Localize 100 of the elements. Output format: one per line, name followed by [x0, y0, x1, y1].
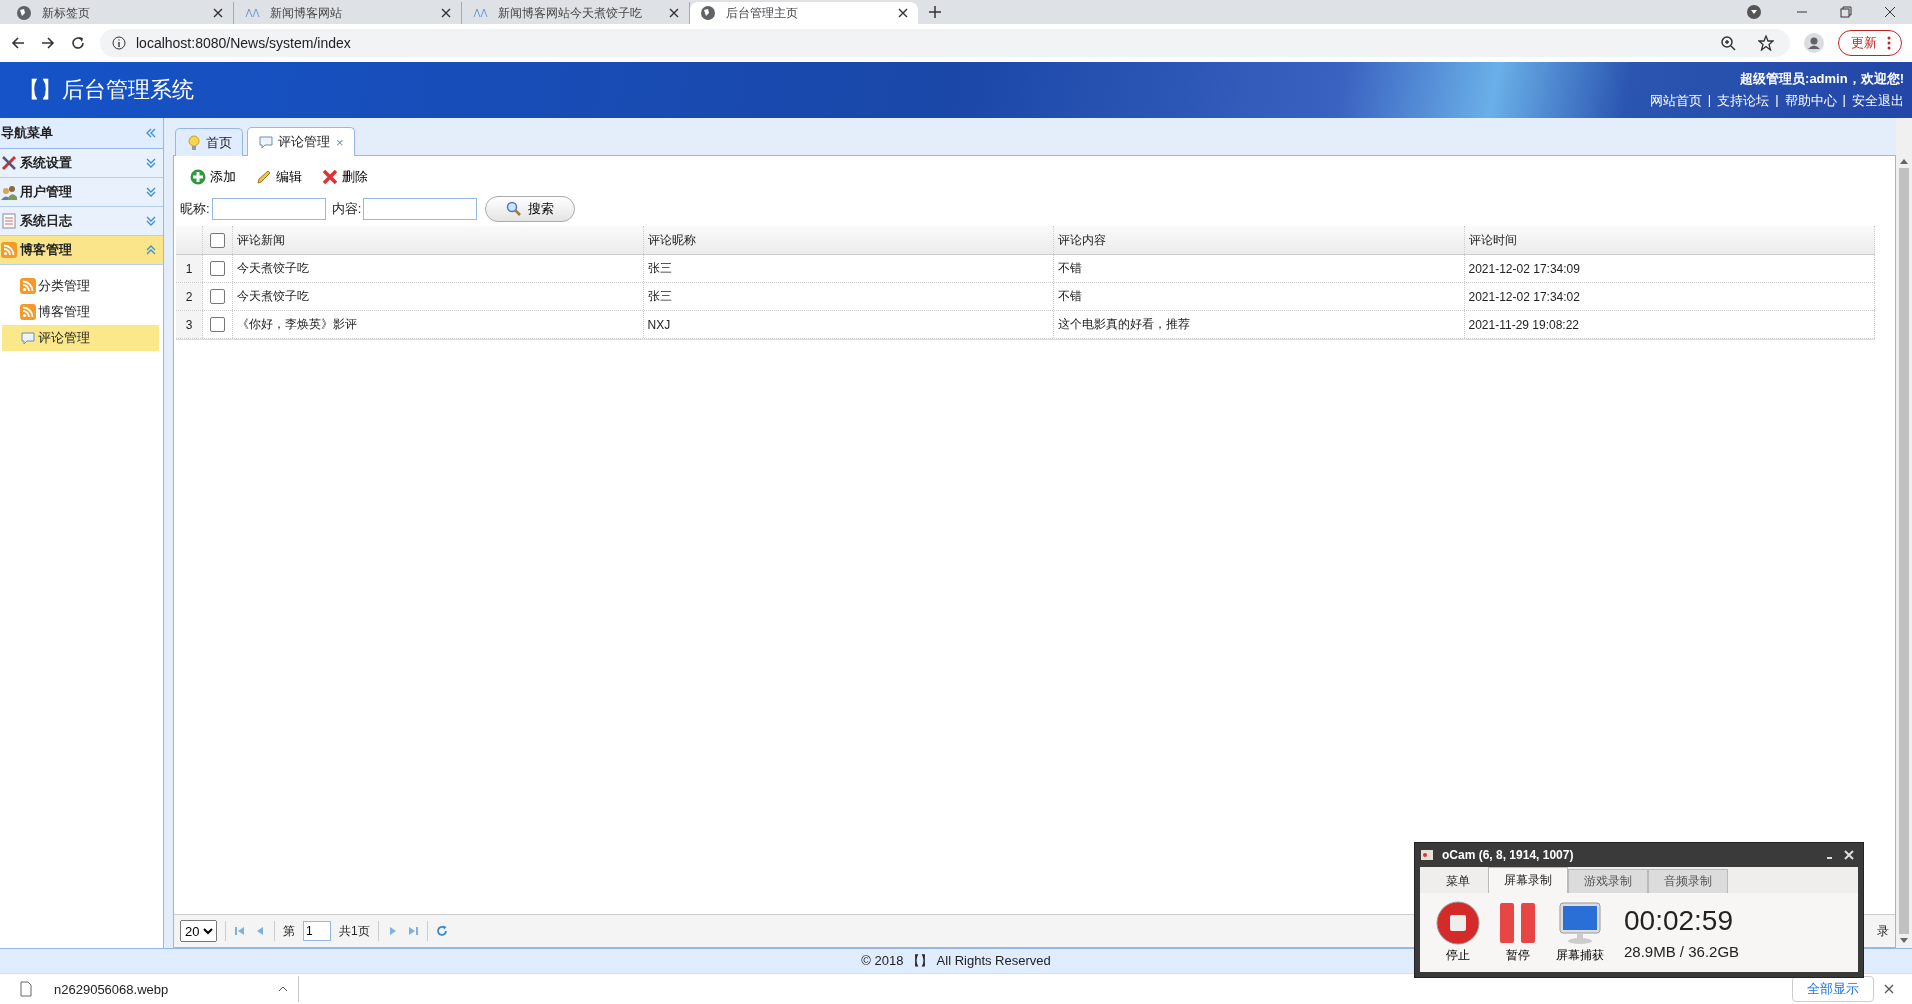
scroll-up-icon[interactable]	[1900, 158, 1908, 164]
new-tab-icon[interactable]	[928, 5, 942, 19]
menu-group[interactable]: 系统设置	[0, 149, 163, 178]
table-cell: 这个电影真的好看，推荐	[1054, 311, 1465, 338]
rss-icon	[1, 242, 17, 258]
rss-icon	[20, 278, 36, 294]
update-button[interactable]: 更新	[1838, 30, 1902, 56]
menu-group-label: 系统日志	[20, 212, 73, 230]
input-field[interactable]	[211, 198, 326, 220]
table-cell: NXJ	[643, 311, 1054, 338]
checkbox[interactable]	[210, 289, 225, 304]
globe-icon	[700, 5, 716, 21]
menu-item[interactable]: 博客管理	[2, 299, 159, 325]
page-tab[interactable]: 首页	[175, 128, 243, 156]
toolbar-button[interactable]: 添加	[184, 164, 242, 190]
header-link[interactable]: 安全退出	[1852, 92, 1904, 110]
menu-item[interactable]: 评论管理	[2, 325, 159, 351]
menu-group-label: 用户管理	[20, 183, 73, 201]
row-number: 1	[176, 255, 203, 282]
tab-label: 评论管理	[278, 133, 330, 151]
table-cell: 2021-11-29 19:08:22	[1464, 311, 1875, 338]
page-total: 共1页	[339, 922, 370, 940]
back-icon[interactable]	[10, 35, 26, 51]
scrollbar[interactable]	[1896, 118, 1912, 948]
collapse-icon	[145, 244, 157, 256]
checkbox[interactable]	[210, 261, 225, 276]
caret-icon[interactable]	[278, 984, 289, 994]
page-input[interactable]: 1	[303, 921, 331, 941]
column-header[interactable]: 评论内容	[1054, 226, 1465, 254]
close-icon[interactable]	[1884, 984, 1894, 994]
recorder-tab[interactable]: 音频录制	[1648, 869, 1728, 893]
row-number: 2	[176, 283, 203, 310]
toolbar-button[interactable]: 删除	[316, 164, 374, 190]
page-label: 第	[283, 922, 295, 940]
zoom-icon[interactable]	[1720, 35, 1736, 51]
table-cell: 2021-12-02 17:34:02	[1464, 283, 1875, 310]
show-all-button[interactable]: 全部显示	[1792, 976, 1874, 1002]
star-icon[interactable]	[1758, 35, 1774, 51]
file-size: 28.9MB / 36.2GB	[1624, 943, 1740, 960]
recorder-button[interactable]: 屏幕捕获	[1556, 901, 1604, 964]
dropdown-icon[interactable]	[1746, 4, 1762, 20]
restore-icon[interactable]	[1840, 6, 1852, 18]
expand-icon	[145, 215, 157, 227]
page-size-select[interactable]: 20	[180, 920, 217, 942]
system-title: 【】后台管理系统	[18, 76, 194, 104]
copyright-text: © 2018 【】 All Rights Reserved	[861, 952, 1051, 970]
reload-icon[interactable]	[70, 35, 86, 51]
tab-close[interactable]: ×	[336, 134, 344, 150]
tab-title: 新标签页	[42, 4, 91, 22]
elapsed-time: 00:02:59	[1624, 905, 1734, 937]
collapse-icon[interactable]	[145, 127, 157, 139]
sidebar-title: 导航菜单	[1, 124, 53, 142]
column-header[interactable]: 评论时间	[1464, 226, 1875, 254]
menu-group[interactable]: 用户管理	[0, 178, 163, 207]
expand-icon	[145, 186, 157, 198]
forward-icon[interactable]	[40, 35, 56, 51]
tab-title: 后台管理主页	[726, 4, 799, 22]
refresh-icon[interactable]	[435, 925, 448, 937]
recorder-tab[interactable]: 屏幕录制	[1488, 867, 1568, 893]
column-header[interactable]: 评论新闻	[233, 226, 644, 254]
header-link[interactable]: 支持论坛	[1717, 92, 1770, 110]
checkbox[interactable]	[210, 232, 225, 248]
recorder-tab[interactable]: 菜单	[1428, 869, 1488, 893]
globe-icon	[16, 5, 32, 21]
app-icon	[1420, 848, 1434, 862]
expand-icon	[145, 157, 157, 169]
checkbox[interactable]	[210, 317, 225, 332]
table-cell: 张三	[643, 283, 1054, 310]
close-icon[interactable]	[669, 8, 679, 18]
rss-icon	[20, 304, 36, 320]
close-icon[interactable]	[441, 8, 451, 18]
menu-group[interactable]: 系统日志	[0, 207, 163, 236]
address-bar[interactable]: localhost:8080/News/system/index	[100, 29, 1790, 57]
close-icon[interactable]	[213, 8, 223, 18]
close-icon[interactable]	[1884, 6, 1896, 18]
download-file-name[interactable]: n2629056068.webp	[54, 981, 169, 997]
input-field[interactable]	[363, 198, 478, 220]
search-button[interactable]: 搜索	[485, 196, 576, 222]
menu-item[interactable]: 分类管理	[2, 273, 159, 299]
pencil-icon	[256, 169, 272, 185]
document-icon	[1, 213, 17, 229]
menu-group[interactable]: 博客管理	[0, 236, 163, 265]
pager-info: 录	[1877, 922, 1889, 940]
toolbar-button[interactable]: 编辑	[250, 164, 308, 190]
profile-icon[interactable]	[1804, 33, 1824, 53]
page-tab[interactable]: 评论管理 ×	[247, 127, 355, 156]
header-link[interactable]: 网站首页	[1649, 92, 1702, 110]
filter-label: 内容:	[331, 200, 362, 218]
lightbulb-icon	[186, 134, 202, 151]
scroll-down-icon[interactable]	[1900, 938, 1908, 944]
recorder-button[interactable]: 暂停	[1496, 901, 1540, 964]
close-icon[interactable]	[898, 8, 908, 18]
header-link[interactable]: 帮助中心	[1784, 92, 1837, 110]
plus-icon	[190, 169, 206, 185]
menu-icon[interactable]	[1887, 36, 1891, 50]
recorder-tab[interactable]: 游戏录制	[1568, 869, 1648, 893]
column-header[interactable]: 评论昵称	[643, 226, 1054, 254]
browser-tab[interactable]: 后台管理主页	[690, 2, 918, 24]
welcome-text: 超级管理员:admin，欢迎您!	[1740, 70, 1904, 88]
file-icon	[18, 981, 34, 997]
